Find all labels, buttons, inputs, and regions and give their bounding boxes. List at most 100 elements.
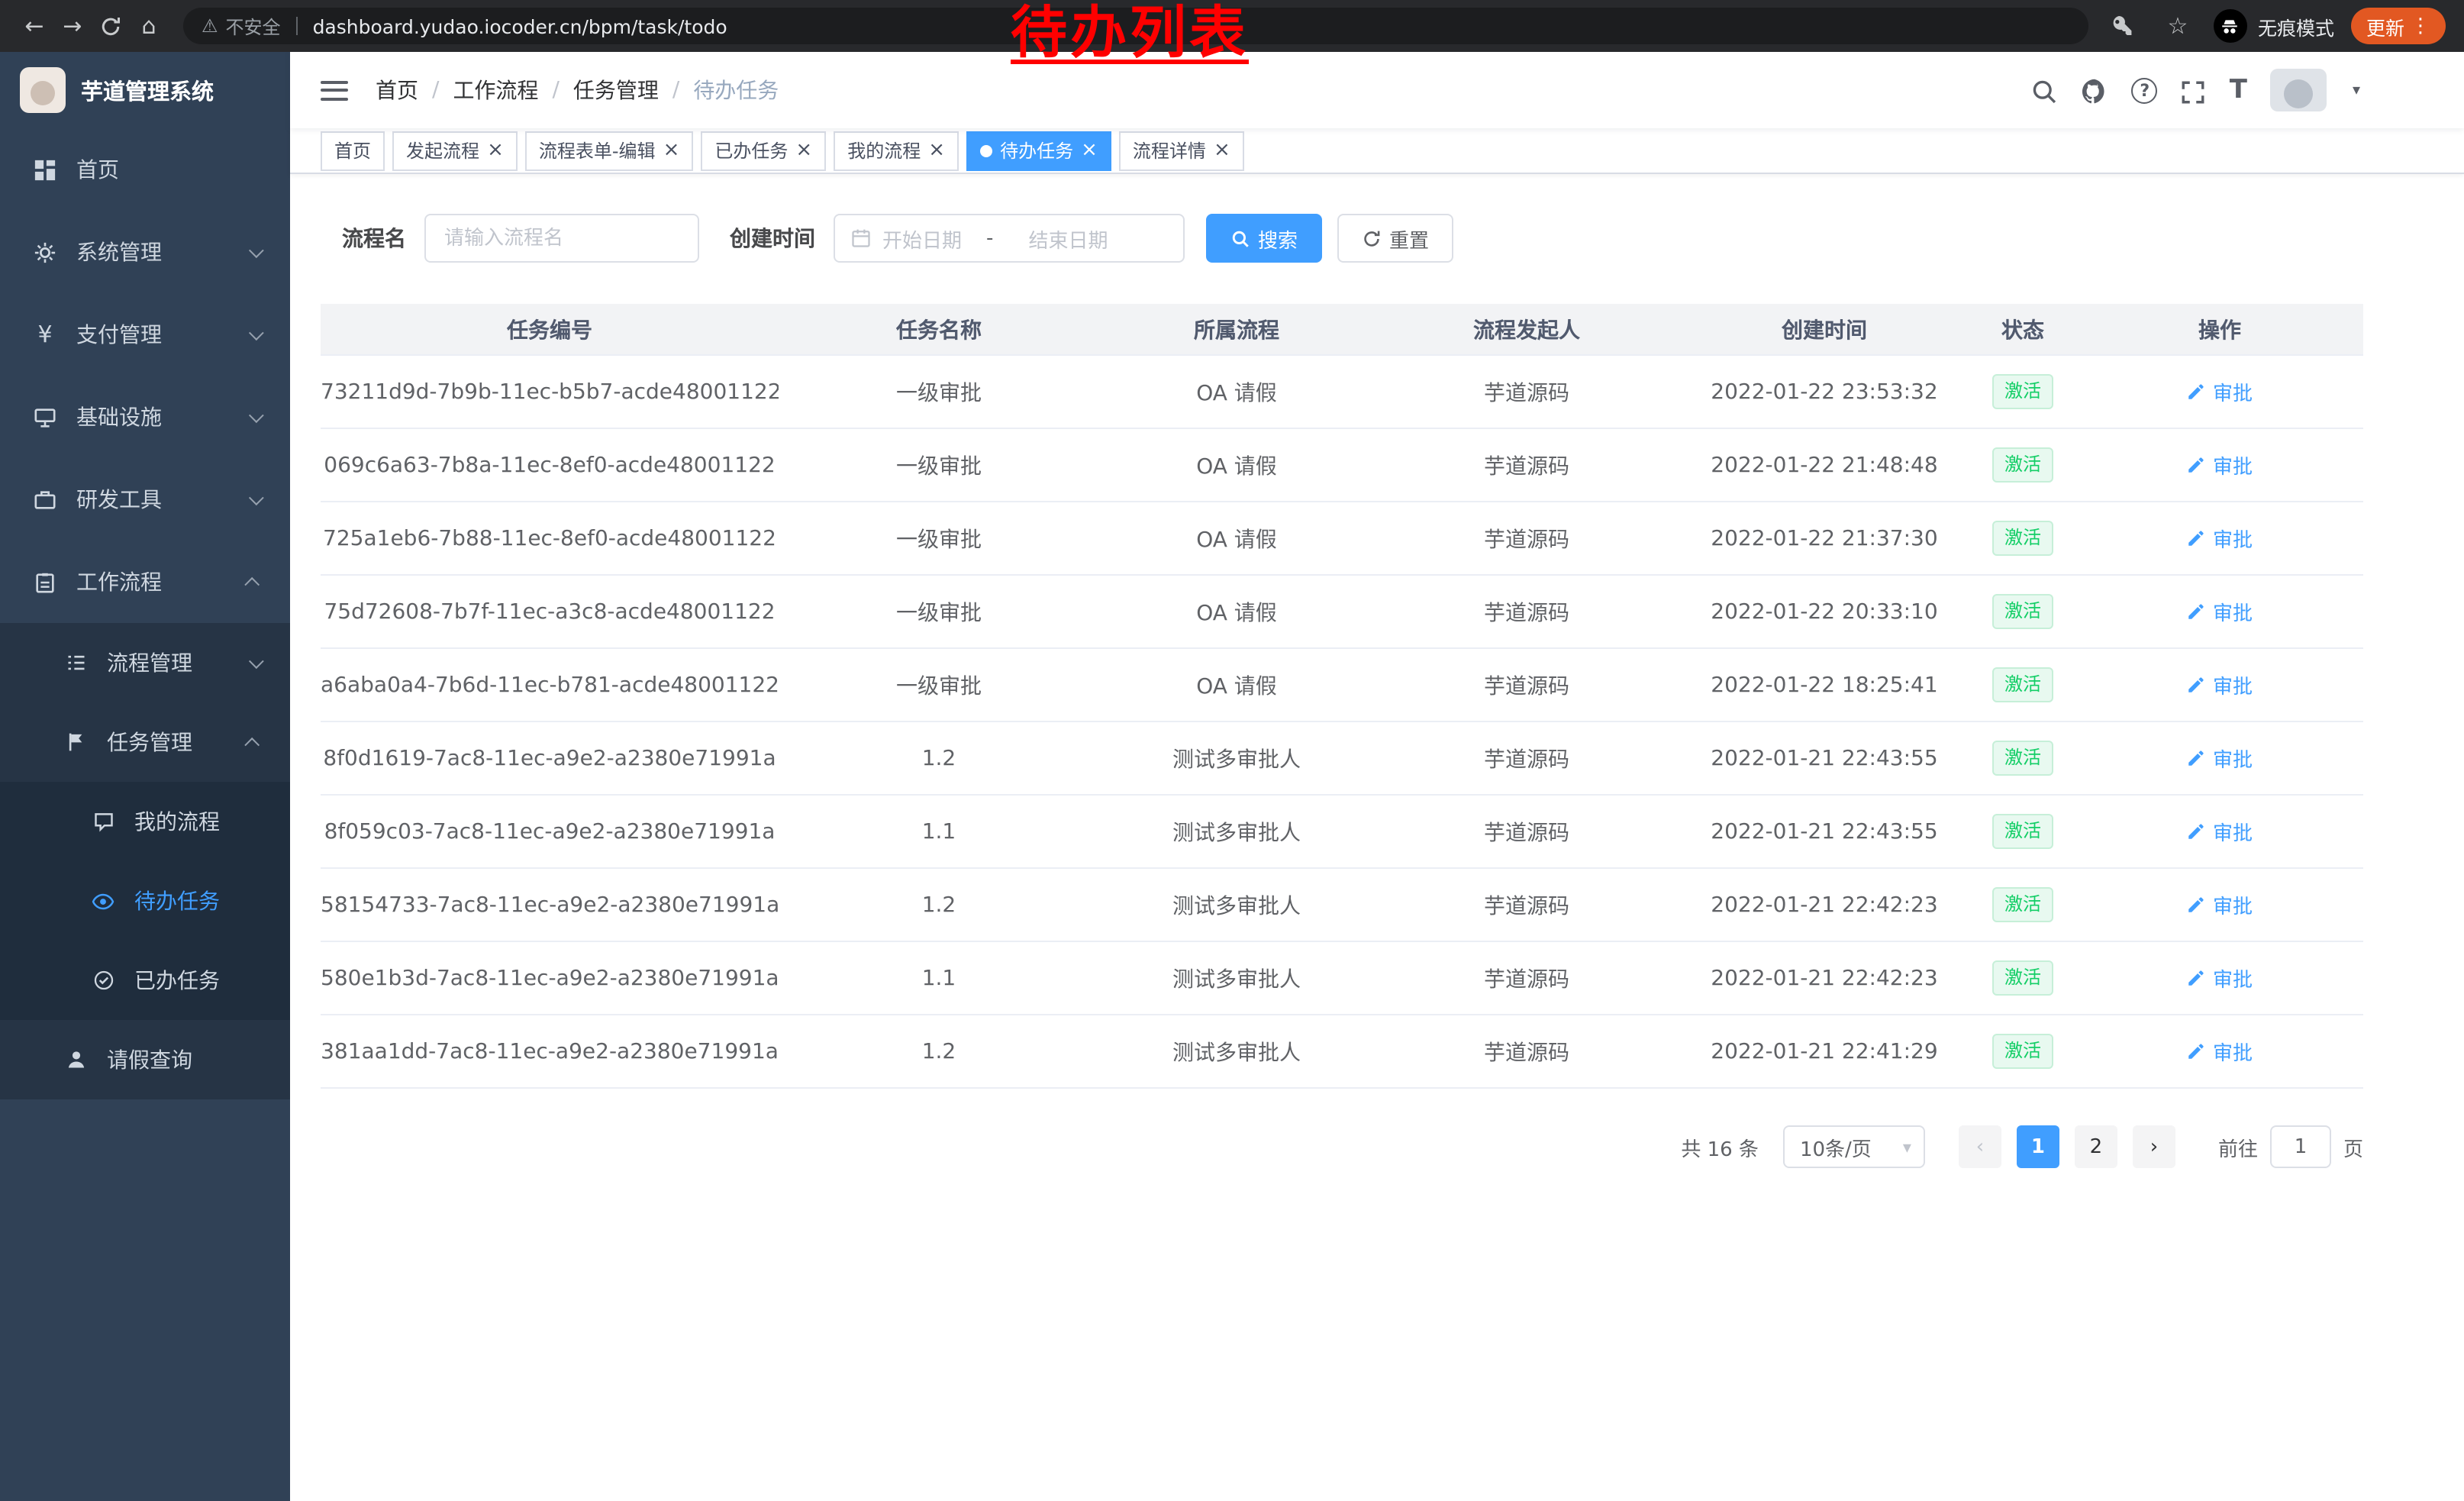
sidebar-item-label: 已办任务	[134, 965, 220, 996]
approve-link[interactable]: 审批	[2187, 596, 2253, 625]
approve-link[interactable]: 审批	[2187, 743, 2253, 772]
tab-done-tasks[interactable]: 已办任务×	[701, 131, 826, 170]
approve-link[interactable]: 审批	[2187, 450, 2253, 479]
cell-process-name: OA 请假	[1099, 376, 1374, 407]
app-logo	[20, 67, 66, 113]
github-icon[interactable]	[2082, 76, 2109, 105]
update-button[interactable]: 更新 ⋮	[2351, 8, 2446, 44]
pagination: 共 16 条 10条/页 ▾ ‹ 1 2 › 前往 页	[321, 1125, 2363, 1168]
approve-link[interactable]: 审批	[2187, 523, 2253, 552]
approve-link[interactable]: 审批	[2187, 963, 2253, 992]
approve-link[interactable]: 审批	[2187, 670, 2253, 699]
sidebar-collapse-icon[interactable]	[321, 80, 348, 100]
sidebar-item-leave-query[interactable]: 请假查询	[0, 1020, 290, 1099]
sidebar-item-todo-tasks[interactable]: 待办任务	[0, 861, 290, 941]
tab-process-detail[interactable]: 流程详情×	[1119, 131, 1244, 170]
forward-icon[interactable]: →	[53, 7, 92, 45]
approve-link[interactable]: 审批	[2187, 889, 2253, 918]
sidebar-item-label: 待办任务	[134, 886, 220, 916]
cell-starter: 芋道源码	[1374, 376, 1679, 407]
help-icon[interactable]: ?	[2132, 77, 2158, 103]
prev-page-button[interactable]: ‹	[1959, 1125, 2001, 1168]
edit-icon	[2187, 528, 2207, 547]
search-icon[interactable]	[2031, 76, 2059, 105]
cell-task-name: 一级审批	[779, 523, 1099, 554]
tab-my-process[interactable]: 我的流程×	[834, 131, 959, 170]
close-icon[interactable]: ×	[1214, 140, 1230, 160]
approve-link[interactable]: 审批	[2187, 816, 2253, 845]
incognito-label: 无痕模式	[2258, 11, 2334, 40]
status-badge: 激活	[1992, 961, 2053, 995]
sidebar-item-payment[interactable]: ¥ 支付管理	[0, 293, 290, 376]
fullscreen-icon[interactable]	[2181, 76, 2207, 105]
cell-process-name: 测试多审批人	[1099, 889, 1374, 920]
cell-process-name: 测试多审批人	[1099, 816, 1374, 847]
sidebar-item-system[interactable]: 系统管理	[0, 211, 290, 293]
breadcrumb-home[interactable]: 首页	[376, 75, 418, 105]
edit-icon	[2187, 1041, 2207, 1060]
close-icon[interactable]: ×	[928, 140, 945, 160]
incognito-chip[interactable]: 无痕模式	[2214, 9, 2334, 43]
approve-link[interactable]: 审批	[2187, 376, 2253, 405]
column-header-status: 状态	[1969, 314, 2076, 344]
reset-button[interactable]: 重置	[1337, 214, 1453, 263]
back-icon[interactable]: ←	[15, 7, 53, 45]
close-icon[interactable]: ×	[1081, 140, 1098, 160]
edit-icon	[2187, 381, 2207, 401]
home-icon[interactable]: ⌂	[130, 7, 168, 45]
sidebar-item-infra[interactable]: 基础设施	[0, 376, 290, 458]
sidebar-item-label: 我的流程	[134, 806, 220, 837]
cell-create-time: 2022-01-21 22:43:55	[1679, 746, 1969, 770]
pagination-total: 共 16 条	[1681, 1132, 1759, 1161]
cell-starter: 芋道源码	[1374, 743, 1679, 773]
sidebar-item-done-tasks[interactable]: 已办任务	[0, 941, 290, 1020]
date-range-picker[interactable]: 开始日期 - 结束日期	[834, 214, 1185, 263]
font-size-icon[interactable]: T	[2230, 75, 2247, 105]
page-button-1[interactable]: 1	[2017, 1125, 2059, 1168]
sidebar-item-home[interactable]: 首页	[0, 128, 290, 211]
sidebar-item-devtools[interactable]: 研发工具	[0, 458, 290, 541]
key-icon[interactable]	[2104, 7, 2142, 45]
omnibox-divider	[296, 17, 298, 35]
status-badge: 激活	[1992, 521, 2053, 555]
status-badge: 激活	[1992, 741, 2053, 775]
close-icon[interactable]: ×	[795, 140, 812, 160]
table-row: a6aba0a4-7b6d-11ec-b781-acde48001122一级审批…	[321, 649, 2363, 722]
avatar[interactable]	[2270, 69, 2327, 111]
page-button-2[interactable]: 2	[2075, 1125, 2117, 1168]
chevron-up-icon	[244, 737, 260, 752]
search-button[interactable]: 搜索	[1206, 214, 1322, 263]
star-icon[interactable]: ☆	[2159, 7, 2197, 45]
next-page-button[interactable]: ›	[2133, 1125, 2175, 1168]
approve-link[interactable]: 审批	[2187, 1036, 2253, 1065]
edit-icon	[2187, 967, 2207, 987]
breadcrumb-workflow[interactable]: 工作流程	[453, 75, 538, 105]
app-logo-row[interactable]: 芋道管理系统	[0, 52, 290, 128]
close-icon[interactable]: ×	[663, 140, 680, 160]
tab-todo-tasks[interactable]: 待办任务×	[966, 131, 1111, 170]
list-icon	[61, 652, 90, 673]
status-badge: 激活	[1992, 888, 2053, 922]
chevron-down-icon	[249, 489, 264, 505]
sidebar-item-task-management[interactable]: 任务管理	[0, 702, 290, 782]
process-name-input[interactable]	[424, 214, 699, 263]
page-size-select[interactable]: 10条/页 ▾	[1783, 1125, 1925, 1168]
breadcrumb-task-management[interactable]: 任务管理	[573, 75, 659, 105]
tab-process-form-edit[interactable]: 流程表单-编辑×	[525, 131, 694, 170]
sidebar-item-my-process[interactable]: 我的流程	[0, 782, 290, 861]
column-header-process: 所属流程	[1099, 314, 1374, 344]
close-icon[interactable]: ×	[487, 140, 504, 160]
sidebar-item-process-management[interactable]: 流程管理	[0, 623, 290, 702]
tab-start-process[interactable]: 发起流程×	[392, 131, 518, 170]
cell-task-id: 069c6a63-7b8a-11ec-8ef0-acde48001122	[321, 453, 779, 477]
sidebar-item-label: 系统管理	[76, 237, 162, 267]
sidebar-item-workflow[interactable]: 工作流程	[0, 541, 290, 623]
reload-icon[interactable]	[92, 7, 130, 45]
table-row: 8f0d1619-7ac8-11ec-a9e2-a2380e71991a1.2测…	[321, 722, 2363, 796]
edit-icon	[2187, 601, 2207, 621]
page-size-value: 10条/页	[1800, 1132, 1872, 1161]
goto-page-input[interactable]	[2270, 1125, 2331, 1168]
cell-task-name: 1.2	[779, 1039, 1099, 1064]
tab-home[interactable]: 首页	[321, 131, 385, 170]
cell-task-id: 381aa1dd-7ac8-11ec-a9e2-a2380e71991a	[321, 1039, 779, 1064]
